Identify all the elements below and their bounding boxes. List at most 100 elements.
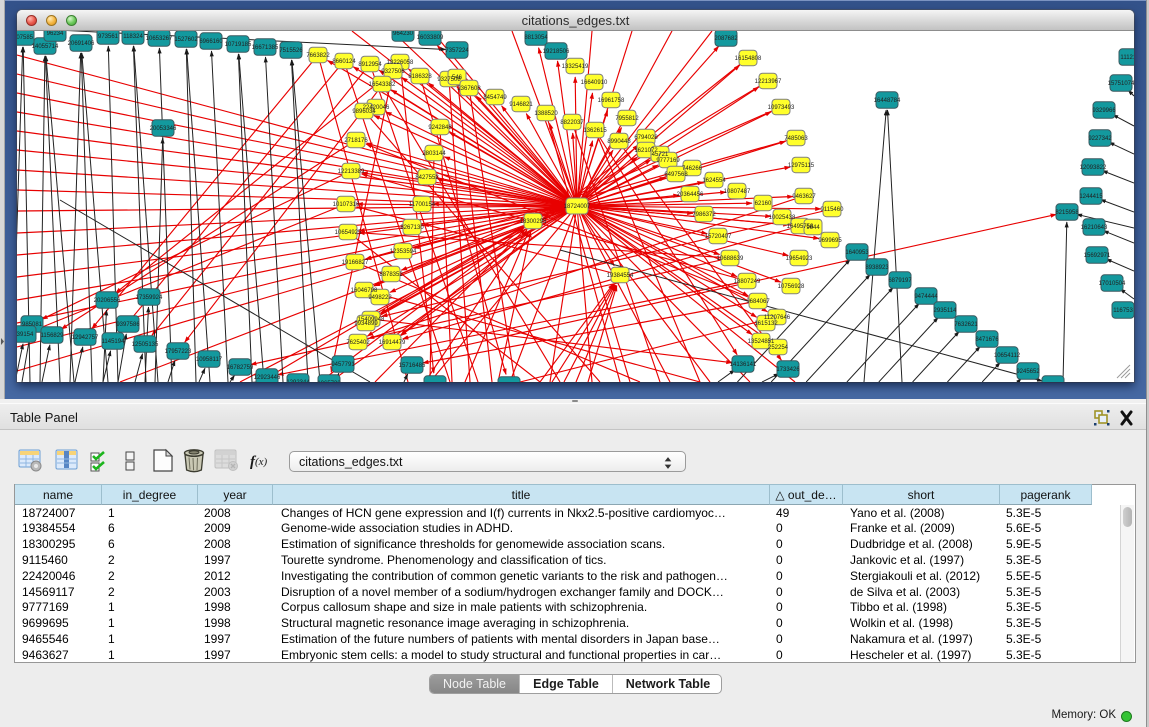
svg-text:2087682: 2087682 — [714, 36, 738, 42]
svg-text:16154808: 16154808 — [735, 56, 762, 62]
svg-text:8267130: 8267130 — [400, 225, 424, 231]
svg-text:20691406: 20691406 — [68, 41, 95, 47]
svg-text:16543382: 16543382 — [369, 82, 396, 88]
svg-text:10654925: 10654925 — [335, 230, 362, 236]
svg-text:9474444: 9474444 — [914, 294, 938, 300]
svg-text:19654923: 19654923 — [786, 256, 813, 262]
svg-text:9397586: 9397586 — [116, 322, 140, 328]
svg-text:8427552: 8427552 — [415, 175, 439, 181]
svg-text:2803144: 2803144 — [422, 151, 446, 157]
svg-text:16448784: 16448784 — [874, 98, 901, 104]
svg-text:10973493: 10973493 — [768, 105, 795, 111]
svg-text:14136141: 14136141 — [730, 362, 757, 368]
svg-text:7632621: 7632621 — [954, 322, 978, 328]
svg-text:8822037: 8822037 — [560, 120, 584, 126]
svg-text:12353594: 12353594 — [390, 249, 417, 255]
svg-text:7986372: 7986372 — [692, 212, 716, 218]
svg-text:10958117: 10958117 — [196, 357, 223, 363]
svg-text:10025438: 10025438 — [769, 215, 796, 221]
svg-text:9644: 9644 — [806, 225, 820, 231]
svg-text:16961758: 16961758 — [598, 98, 625, 104]
svg-text:12975115: 12975115 — [788, 163, 815, 169]
svg-text:15716485: 15716485 — [399, 363, 426, 369]
svg-text:118324: 118324 — [123, 34, 143, 40]
svg-text:2935114: 2935114 — [934, 308, 958, 314]
svg-text:9498222: 9498222 — [368, 295, 392, 301]
svg-text:13325419: 13325419 — [562, 64, 589, 70]
svg-text:1244415: 1244415 — [1079, 194, 1103, 200]
svg-text:9327506: 9327506 — [381, 69, 405, 75]
svg-text:12923446: 12923446 — [254, 375, 281, 381]
svg-text:17359924: 17359924 — [136, 295, 163, 301]
svg-text:10719185: 10719185 — [225, 42, 252, 48]
svg-text:16914479: 16914479 — [379, 340, 406, 346]
svg-text:16046798: 16046798 — [351, 288, 378, 294]
svg-text:9329966: 9329966 — [1092, 108, 1116, 114]
svg-text:12093822: 12093822 — [1080, 165, 1107, 171]
svg-text:1292344: 1292344 — [286, 380, 310, 382]
svg-text:12213967: 12213967 — [755, 79, 782, 85]
svg-text:7515526: 7515526 — [279, 48, 303, 54]
svg-text:8471676: 8471676 — [975, 337, 999, 343]
svg-text:1615132: 1615132 — [754, 321, 778, 327]
svg-text:20364456: 20364456 — [677, 192, 704, 198]
svg-text:973561: 973561 — [98, 34, 119, 40]
svg-text:18724007: 18724007 — [564, 204, 591, 210]
svg-text:7625402: 7625402 — [346, 340, 370, 346]
svg-text:8990448: 8990448 — [607, 139, 631, 145]
svg-text:10756928: 10756928 — [778, 284, 805, 290]
svg-text:19218506: 19218506 — [543, 49, 570, 55]
svg-text:9227342: 9227342 — [1088, 136, 1112, 142]
svg-text:1527602: 1527602 — [174, 37, 198, 43]
svg-text:2718176: 2718176 — [344, 138, 368, 144]
svg-text:12213389: 12213389 — [338, 169, 365, 175]
svg-text:9934899: 9934899 — [354, 321, 378, 327]
svg-text:111216: 111216 — [1120, 55, 1134, 61]
svg-text:16640910: 16640910 — [581, 80, 608, 86]
svg-text:18807249: 18807249 — [734, 279, 761, 285]
svg-text:7485063: 7485063 — [784, 136, 808, 142]
svg-text:8938923: 8938923 — [865, 265, 889, 271]
svg-text:9115460: 9115460 — [821, 207, 845, 213]
svg-text:15692971: 15692971 — [1084, 253, 1111, 259]
svg-text:7955812: 7955812 — [615, 116, 639, 122]
svg-text:39154: 39154 — [17, 332, 34, 338]
svg-text:16210643: 16210643 — [1081, 225, 1108, 231]
svg-text:9699695: 9699695 — [818, 238, 842, 244]
svg-text:14055714: 14055714 — [32, 44, 59, 50]
svg-text:252254: 252254 — [768, 345, 789, 351]
svg-text:985081: 985081 — [22, 322, 43, 328]
svg-text:20206556: 20206556 — [94, 298, 121, 304]
svg-text:13226058: 13226058 — [387, 60, 414, 66]
svg-text:8813054: 8813054 — [524, 35, 548, 41]
svg-text:10654112: 10654112 — [994, 353, 1021, 359]
svg-text:16033809: 16033809 — [417, 35, 444, 41]
svg-text:9242848: 9242848 — [428, 125, 452, 131]
svg-text:8878352: 8878352 — [379, 272, 403, 278]
svg-text:9684067: 9684067 — [746, 299, 770, 305]
svg-text:9146821: 9146821 — [509, 102, 533, 108]
svg-text:9245652: 9245652 — [1016, 369, 1040, 375]
svg-text:1624554: 1624554 — [702, 178, 726, 184]
svg-text:62160: 62160 — [755, 201, 772, 207]
svg-text:(x): (x) — [255, 456, 268, 468]
svg-text:6879197: 6879197 — [888, 278, 912, 284]
svg-text:6497568: 6497568 — [664, 172, 688, 178]
svg-text:8454749: 8454749 — [483, 95, 507, 101]
svg-text:12505135: 12505135 — [132, 342, 159, 348]
svg-text:1362615: 1362615 — [583, 128, 607, 134]
svg-text:8660124: 8660124 — [332, 59, 356, 65]
svg-text:16782759: 16782759 — [227, 365, 254, 371]
svg-text:15751074: 15751074 — [1108, 81, 1134, 87]
svg-text:17957223: 17957223 — [165, 349, 192, 355]
svg-text:17010504: 17010504 — [1099, 281, 1126, 287]
svg-text:9896034: 9896034 — [352, 109, 376, 115]
svg-text:11700154: 11700154 — [409, 202, 436, 208]
svg-text:9463627: 9463627 — [792, 194, 816, 200]
svg-text:9457791: 9457791 — [331, 362, 355, 368]
svg-text:6966160: 6966160 — [199, 39, 223, 45]
svg-text:1640953: 1640953 — [845, 250, 869, 256]
svg-text:1388520: 1388520 — [534, 111, 558, 117]
svg-text:15720407: 15720407 — [705, 234, 732, 240]
svg-text:10688639: 10688639 — [717, 256, 744, 262]
